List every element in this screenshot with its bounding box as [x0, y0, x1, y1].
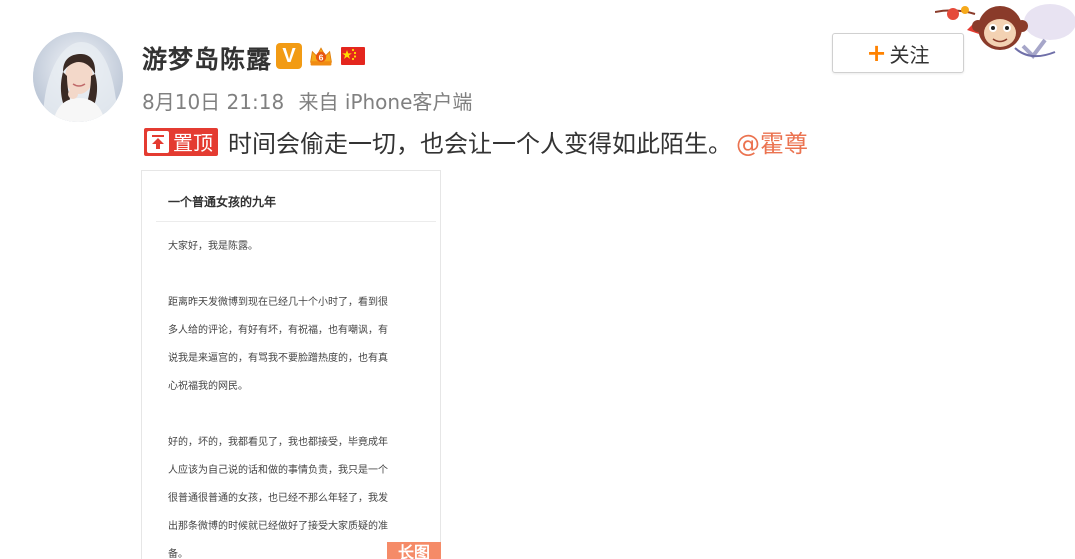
long-image-line: 多人给的评论，有好有坏，有祝福，也有嘲讽，有 — [168, 325, 388, 336]
long-image-line: 人应该为自己说的话和做的事情负责，我只是一个 — [168, 465, 388, 476]
vip-crown-icon[interactable]: 6 — [308, 43, 334, 69]
long-image-tag: 长图 — [387, 542, 441, 559]
vip-level-text: 6 — [319, 52, 324, 62]
avatar-image — [33, 32, 123, 122]
long-image-line: 很普通很普通的女孩，也已经不那么年轻了，我发 — [168, 493, 388, 504]
long-image-line: 心祝福我的网民。 — [168, 381, 248, 392]
post-time[interactable]: 8月10日 21:18 — [142, 90, 284, 114]
long-image-card[interactable]: 一个普通女孩的九年 大家好，我是陈露。 距离昨天发微博到现在已经几十个小时了，看… — [141, 170, 441, 559]
long-image-line: 说我是来逼宫的，有骂我不要脸蹭热度的，也有真 — [168, 353, 388, 364]
user-badges: V 6 — [276, 43, 366, 69]
post-meta: 8月10日 21:18 来自 iPhone客户端 — [142, 86, 472, 115]
long-image-line: 大家好，我是陈露。 — [168, 241, 258, 252]
pin-arrow-icon — [147, 130, 169, 153]
china-flag-icon — [340, 43, 366, 69]
long-image-divider — [156, 221, 436, 222]
post-text: 时间会偷走一切，也会让一个人变得如此陌生。 — [228, 130, 732, 158]
pinned-tag: 置顶 — [144, 127, 218, 156]
follow-label: 关注 — [889, 42, 930, 67]
long-image-title: 一个普通女孩的九年 — [168, 195, 277, 209]
follow-button[interactable]: + 关注 — [832, 33, 964, 73]
long-image-paragraph: 好的，坏的，我都看见了，我也都接受，毕竟成年 人应该为自己说的话和做的事情负责，… — [168, 429, 423, 559]
long-image-line: 距离昨天发微博到现在已经几十个小时了，看到很 — [168, 297, 388, 308]
verified-v-icon[interactable]: V — [276, 43, 302, 69]
post-content: 置顶 时间会偷走一切，也会让一个人变得如此陌生。 @霍尊 — [144, 124, 808, 159]
weibo-post: 游梦岛陈露 V 6 8月10日 21:18 来自 iPhone客户端 + 关注 … — [0, 0, 1075, 559]
long-image-line: 出那条微博的时候就已经做好了接受大家质疑的准 — [168, 521, 388, 532]
pinned-label: 置顶 — [173, 131, 213, 155]
plus-icon: + — [866, 39, 887, 67]
mention-link[interactable]: @霍尊 — [736, 124, 808, 159]
avatar[interactable] — [33, 32, 123, 122]
username[interactable]: 游梦岛陈露 — [142, 40, 272, 76]
long-image-line: 备。 — [168, 549, 188, 559]
long-image-paragraph: 距离昨天发微博到现在已经几十个小时了，看到很 多人给的评论，有好有坏，有祝福，也… — [168, 289, 423, 401]
post-source: 来自 iPhone客户端 — [298, 90, 473, 114]
long-image-line: 好的，坏的，我都看见了，我也都接受，毕竟成年 — [168, 437, 388, 448]
long-image-paragraph: 大家好，我是陈露。 — [168, 233, 423, 261]
